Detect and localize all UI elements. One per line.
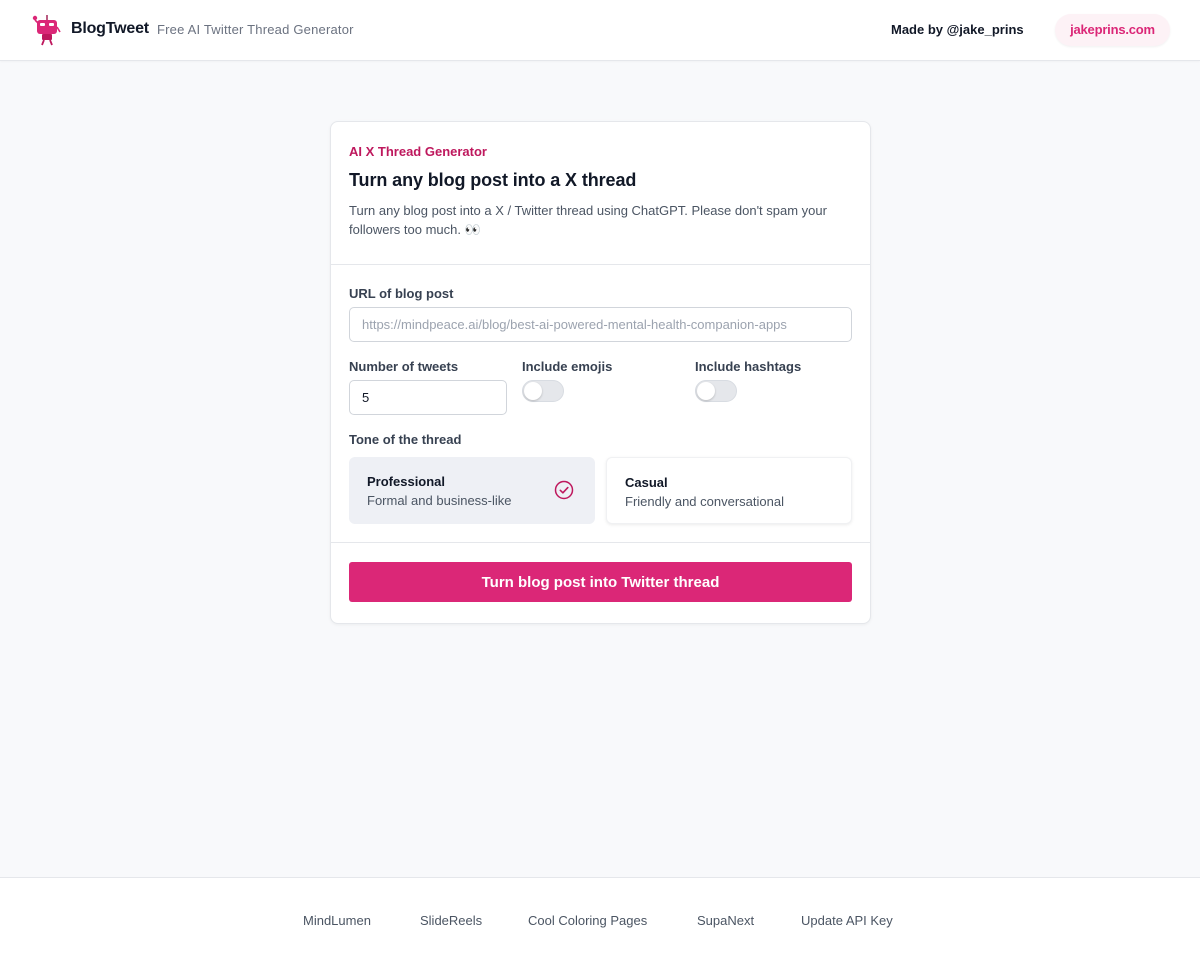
tweets-label: Number of tweets xyxy=(349,359,459,374)
tone-title: Casual xyxy=(625,475,668,490)
hashtags-label: Include hashtags xyxy=(695,359,802,374)
page-title: Turn any blog post into a X thread xyxy=(349,170,637,190)
tone-subtitle: Friendly and conversational xyxy=(625,494,784,509)
top-header: BlogTweet Free AI Twitter Thread Generat… xyxy=(0,0,1200,61)
tone-title: Professional xyxy=(367,474,446,489)
footer-link-coloring-pages[interactable]: Cool Coloring Pages xyxy=(528,913,647,928)
toggle-knob xyxy=(524,382,542,400)
generator-card: AI X Thread Generator Turn any blog post… xyxy=(330,121,871,624)
tone-subtitle: Formal and business-like xyxy=(367,493,512,508)
generate-thread-button[interactable]: Turn blog post into Twitter thread xyxy=(349,562,852,602)
emojis-label: Include emojis xyxy=(522,359,613,374)
author-site-button[interactable]: jakeprins.com xyxy=(1055,14,1170,46)
tone-option-casual[interactable]: Casual Friendly and conversational xyxy=(606,457,852,524)
hashtags-toggle[interactable] xyxy=(695,380,737,402)
url-label: URL of blog post xyxy=(349,286,454,301)
made-by-link[interactable]: Made by @jake_prins xyxy=(891,22,1024,37)
card-divider xyxy=(331,264,870,265)
footer-link-update-api-key[interactable]: Update API Key xyxy=(801,913,893,928)
card-kicker: AI X Thread Generator xyxy=(349,144,487,159)
tweet-count-input[interactable] xyxy=(349,380,507,415)
tone-option-professional[interactable]: Professional Formal and business-like xyxy=(349,457,595,524)
emojis-toggle[interactable] xyxy=(522,380,564,402)
check-circle-icon xyxy=(554,480,574,500)
page-footer: MindLumen SlideReels Cool Coloring Pages… xyxy=(0,877,1200,960)
toggle-knob xyxy=(697,382,715,400)
tone-label: Tone of the thread xyxy=(349,432,462,447)
footer-link-supanext[interactable]: SupaNext xyxy=(697,913,754,928)
blog-url-input[interactable] xyxy=(349,307,852,342)
card-description: Turn any blog post into a X / Twitter th… xyxy=(349,203,827,237)
footer-link-slidereels[interactable]: SlideReels xyxy=(420,913,482,928)
robot-icon[interactable] xyxy=(29,13,61,47)
card-divider xyxy=(331,542,870,543)
header-tagline: Free AI Twitter Thread Generator xyxy=(157,22,354,37)
brand-name[interactable]: BlogTweet xyxy=(71,20,149,38)
footer-link-mindlumen[interactable]: MindLumen xyxy=(303,913,371,928)
